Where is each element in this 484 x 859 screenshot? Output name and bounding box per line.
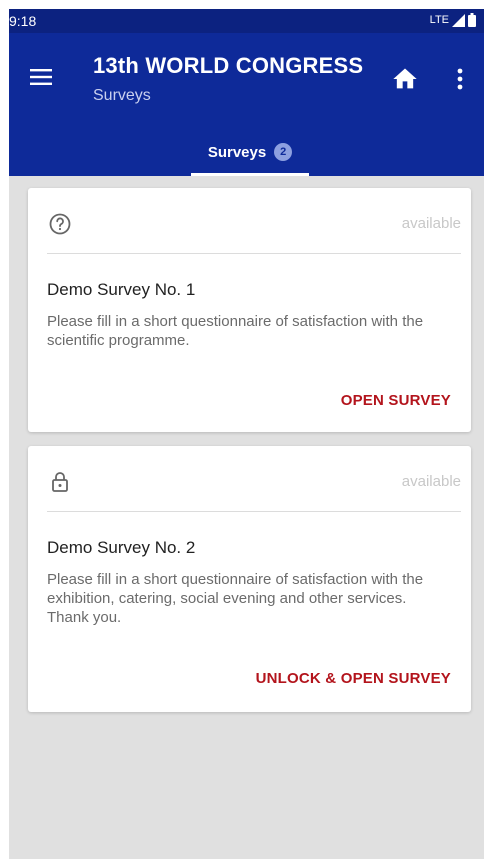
survey-title: Demo Survey No. 2: [47, 538, 196, 557]
status-bar: 9:18 LTE: [9, 9, 484, 33]
app-title: 13th WORLD CONGRESS: [93, 53, 364, 78]
more-vert-icon[interactable]: [449, 65, 471, 93]
survey-card: available Demo Survey No. 1 Please fill …: [28, 188, 471, 432]
card-divider: [47, 511, 461, 512]
survey-card: available Demo Survey No. 2 Please fill …: [28, 446, 471, 712]
tab-label: Surveys: [207, 143, 267, 161]
survey-status: available: [401, 215, 461, 232]
app-screen: 9:18 LTE 13th WORLD CONGRESS Surveys Sur…: [9, 9, 484, 859]
status-indicators: LTE: [430, 13, 476, 27]
status-time: 9:18: [9, 13, 37, 29]
unlock-open-survey-button[interactable]: UNLOCK & OPEN SURVEY: [256, 670, 451, 687]
survey-title: Demo Survey No. 1: [47, 280, 196, 299]
signal-icon: [452, 13, 465, 27]
hamburger-menu-icon[interactable]: [25, 61, 57, 93]
lock-icon: [48, 470, 72, 494]
tab-surveys[interactable]: Surveys 2: [191, 128, 309, 176]
home-icon[interactable]: [391, 65, 419, 93]
open-survey-button[interactable]: OPEN SURVEY: [341, 392, 451, 409]
survey-description: Please fill in a short questionnaire of …: [47, 313, 424, 349]
survey-status: available: [401, 473, 461, 490]
network-type: LTE: [429, 14, 449, 26]
tab-active-indicator: [191, 173, 309, 176]
tab-count-badge: 2: [274, 143, 293, 161]
battery-icon: [468, 13, 476, 27]
app-subtitle: Surveys: [93, 87, 151, 104]
app-bar: 13th WORLD CONGRESS Surveys Surveys 2: [9, 33, 484, 176]
help-circle-icon: [48, 212, 72, 236]
card-divider: [47, 253, 461, 254]
survey-description: Please fill in a short questionnaire of …: [47, 571, 424, 626]
